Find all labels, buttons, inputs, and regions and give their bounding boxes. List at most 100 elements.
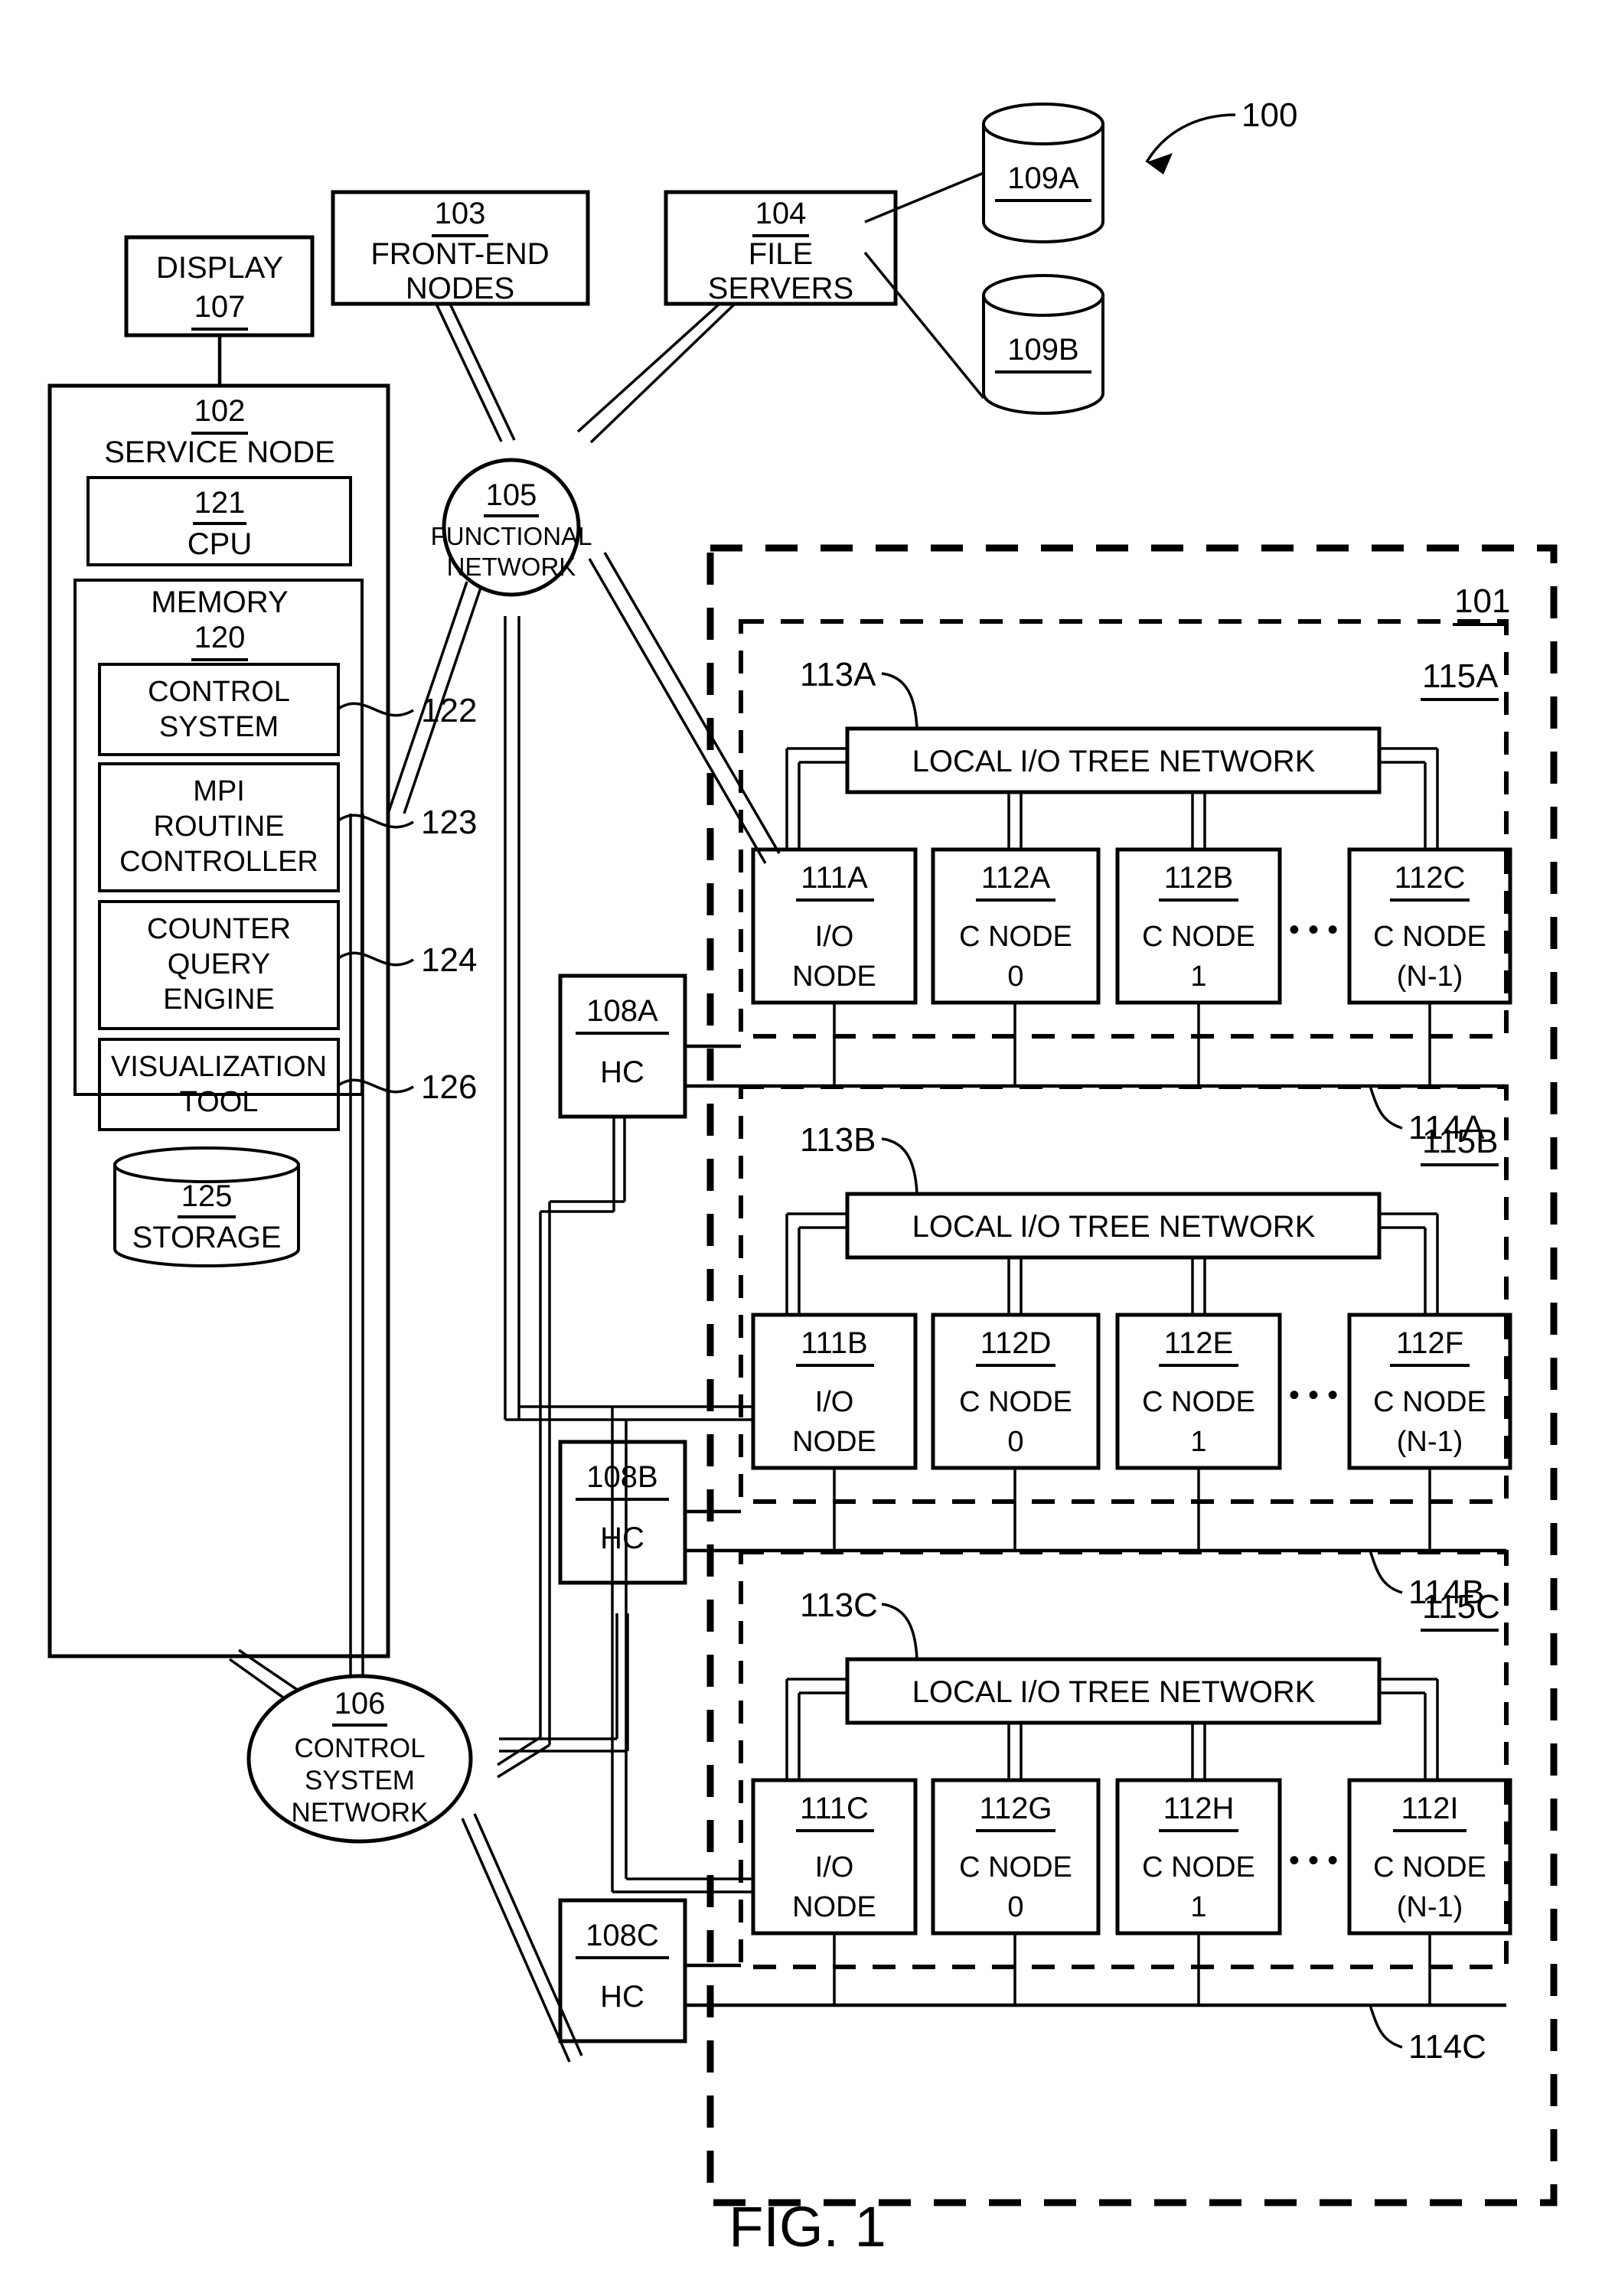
system-ref-100: 100 [1241,96,1297,134]
link-fileservers-to-disk-109a [864,171,984,223]
storage-label: STORAGE [132,1221,282,1254]
control-system-line2: SYSTEM [159,711,279,743]
tree-network-113c-label: LOCAL I/O TREE NETWORK [912,1675,1316,1709]
control-system-network-ref: 106 [334,1687,386,1720]
hc-108c-ref: 108C [586,1919,659,1952]
link-functional-network-to-io-node-111a [588,552,781,864]
hc-108a-ref: 108A [586,994,658,1028]
viz-line2: TOOL [180,1086,259,1118]
ellipsis-a: • • • [1289,913,1338,947]
control-system-network-node[interactable]: 106 CONTROL SYSTEM NETWORK [246,1674,473,1844]
front-end-nodes-box[interactable]: 103 FRONT-END NODES [331,190,590,306]
node-112h-line1: C NODE [1142,1851,1255,1883]
node-111a-ref: 111A [801,861,868,895]
hc-108b-ref: 108B [586,1460,657,1494]
node-111c-line2: NODE [792,1891,876,1923]
node-111c-line1: I/O [815,1851,854,1883]
disk-109b[interactable]: 109B [982,274,1104,415]
service-node-label: SERVICE NODE [104,435,335,469]
node-112i-ref: 112I [1401,1792,1459,1825]
control-system-box[interactable]: CONTROL SYSTEM 122 [98,663,477,756]
node-112f-line1: C NODE [1373,1386,1486,1418]
memory-label: MEMORY [151,585,288,619]
display-label: DISPLAY [156,251,283,285]
node-group-115a: 115A 113A LOCAL I/O TREE NETWORK 111A I/… [739,619,1512,1146]
file-servers-line1: FILE [749,237,813,271]
link-fileservers-to-disk-109b [863,251,985,400]
file-servers-line2: SERVERS [708,272,853,305]
display-ref: 107 [194,290,246,324]
bus-114c-ref: 114C [1408,2028,1486,2066]
node-112h-line2: 1 [1190,1891,1206,1923]
node-group-115c-ref: 115C [1422,1588,1500,1626]
ellipsis-b: • • • [1289,1378,1338,1412]
file-servers-box[interactable]: 104 FILE SERVERS [664,190,898,306]
functional-network-line2: NETWORK [447,553,576,581]
node-112c-line2: (N-1) [1397,960,1463,993]
node-112b-ref: 112B [1164,861,1233,895]
figure-1-diagram: 1 0 1 115A 113A LOCAL I/O TREE NETWORK 111… [47,96,1558,2258]
node-111b-line1: I/O [815,1386,854,1418]
front-end-nodes-line2: NODES [406,272,514,305]
node-112g-line1: C NODE [959,1851,1072,1883]
node-112e-ref: 112E [1164,1326,1233,1360]
storage-cylinder[interactable]: 125 STORAGE [113,1146,300,1267]
disk-109a[interactable]: 109A [982,103,1104,243]
mpi-ref: 123 [421,804,477,841]
storage-ref: 125 [181,1179,233,1213]
ellipsis-c: • • • [1289,1844,1338,1877]
node-111a-line1: I/O [815,921,854,953]
tree-network-113b-ref: 113B [800,1121,876,1159]
control-system-network-line2: SYSTEM [305,1766,415,1795]
mpi-line2: ROUTINE [154,810,285,843]
node-112e-line1: C NODE [1142,1386,1255,1418]
mpi-line1: MPI [193,775,245,807]
hc-108c-label: HC [600,1980,644,2014]
compute-core-boundary: 1 0 1 [706,544,1558,2206]
system-ref-callout: 100 [1145,96,1297,174]
node-112d-line2: 0 [1007,1426,1023,1458]
hardware-controller-108b[interactable]: 108B HC [558,1440,687,1585]
cpu-ref: 121 [194,486,246,520]
node-group-115b: 115B 113B LOCAL I/O TREE NETWORK 111B I/… [739,1084,1512,1611]
node-112b-line2: 1 [1190,960,1206,993]
node-group-115b-ref: 115B [1422,1123,1499,1160]
display-box[interactable]: DISPLAY 107 [124,235,315,338]
node-112e-line2: 1 [1190,1426,1206,1458]
disk-109b-ref: 109B [1007,333,1078,367]
node-drops-b [833,1468,1431,1551]
control-system-network-line3: NETWORK [292,1798,429,1828]
memory-ref: 120 [194,621,246,654]
control-system-line1: CONTROL [148,676,290,708]
visualization-tool-box[interactable]: VISUALIZATION TOOL 126 [98,1038,477,1131]
node-group-115a-ref: 115A [1422,657,1499,695]
disk-109a-ref: 109A [1007,161,1079,195]
cpu-box[interactable]: 121 CPU [86,476,352,566]
patent-figure-canvas: 1 0 1 115A 113A LOCAL I/O TREE NETWORK 111… [0,0,1615,2296]
hc-108b-label: HC [600,1521,644,1555]
functional-network-node[interactable]: 105 FUNCTIONAL NETWORK [431,458,592,597]
hardware-controller-108a[interactable]: 108A HC [558,974,687,1119]
node-112h-ref: 112H [1163,1792,1235,1825]
node-112i-line1: C NODE [1373,1851,1486,1883]
figure-caption: FIG. 1 [729,2195,886,2258]
node-112a-ref: 112A [981,861,1051,895]
link-control-network-to-hc-108b [499,1613,629,1753]
node-112a-line1: C NODE [959,921,1072,953]
node-112c-line1: C NODE [1373,921,1486,953]
counter-query-engine-box[interactable]: COUNTER QUERY ENGINE 124 [98,900,477,1030]
front-end-nodes-ref: 103 [435,197,486,230]
compute-core-ref: 101 [1454,582,1510,620]
tree-network-113c-ref: 113C [800,1587,878,1624]
node-112b-line1: C NODE [1142,921,1255,953]
functional-network-ref: 105 [486,478,537,512]
tree-network-113a-ref: 113A [800,656,876,693]
cqe-line2: QUERY [168,948,270,980]
cqe-line3: ENGINE [163,983,275,1016]
front-end-nodes-line1: FRONT-END [370,237,549,271]
hardware-controller-108c[interactable]: 108C HC [558,1898,687,2043]
node-112i-line2: (N-1) [1397,1891,1463,1923]
functional-network-line1: FUNCTIONAL [431,522,592,550]
mpi-routine-controller-box[interactable]: MPI ROUTINE CONTROLLER 123 [98,762,477,892]
node-112d-ref: 112D [980,1326,1052,1360]
